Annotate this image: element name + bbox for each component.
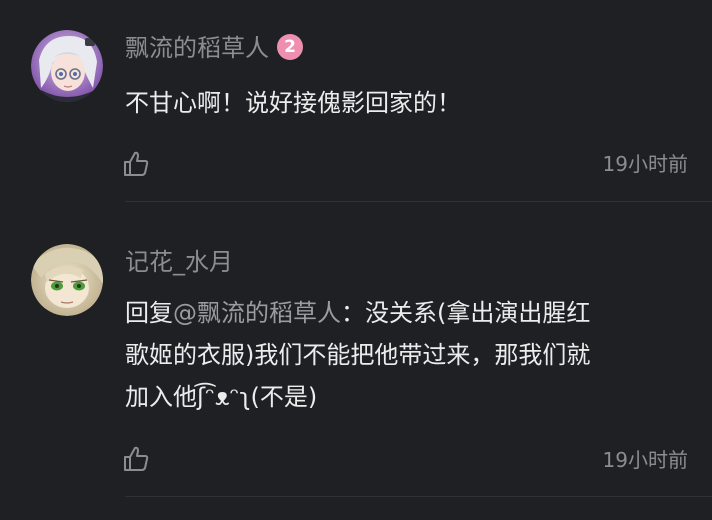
comment-username[interactable]: 记花_水月: [125, 250, 233, 274]
comment-username[interactable]: 飘流的稻草人 2: [125, 34, 303, 62]
level-badge: 2: [277, 34, 303, 60]
comment-text: 回复@飘流的稻草人：没关系(拿出演出腥红 歌姬的衣服)我们不能把他带过来，那我们…: [125, 292, 685, 418]
mention-link[interactable]: @飘流的稻草人: [173, 299, 341, 327]
thumbs-up-icon[interactable]: [122, 150, 150, 178]
avatar[interactable]: [31, 244, 103, 316]
comment-line: 歌姬的衣服)我们不能把他带过来，那我们就: [125, 341, 591, 369]
comment-text: 不甘心啊！说好接傀影回家的！: [125, 82, 685, 124]
comment-timestamp: 19小时前: [602, 152, 688, 176]
anime-girl-avatar-icon: [31, 30, 103, 102]
comment-line: 回复@飘流的稻草人：没关系(拿出演出腥红: [125, 292, 685, 334]
divider: [125, 201, 712, 202]
green-eyed-character-avatar-icon: [31, 244, 103, 316]
comment-timestamp: 19小时前: [602, 448, 688, 472]
username-text[interactable]: 飘流的稻草人: [125, 34, 269, 62]
comment-text-body: ：没关系(拿出演出腥红: [341, 299, 591, 327]
divider: [125, 496, 712, 497]
comment-text-body: 不甘心啊！说好接傀影回家的！: [125, 89, 461, 117]
thumbs-up-icon[interactable]: [122, 445, 150, 473]
avatar[interactable]: [31, 30, 103, 102]
comment-line: 加入他ʃ͡ᵔᴥᵔʅ(不是): [125, 383, 318, 411]
username-text[interactable]: 记花_水月: [125, 248, 233, 276]
reply-prefix: 回复: [125, 299, 173, 327]
